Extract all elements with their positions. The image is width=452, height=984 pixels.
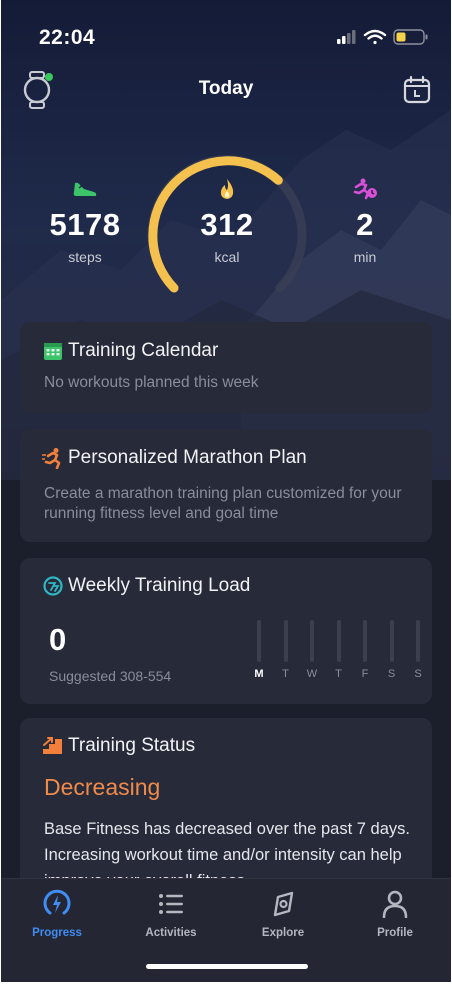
training-calendar-card[interactable]: Training Calendar No workouts planned th…	[20, 322, 432, 413]
load-day-bar	[416, 620, 420, 662]
status-icons	[337, 29, 428, 45]
tab-activities-label: Activities	[145, 927, 197, 939]
training-load-icon	[43, 576, 63, 596]
minutes-value: 2	[356, 207, 374, 242]
load-day-column: S	[411, 620, 425, 680]
load-day-label: T	[335, 668, 342, 680]
flame-icon	[220, 179, 234, 199]
tab-progress[interactable]: Progress	[7, 889, 107, 939]
load-day-bar	[389, 620, 394, 662]
weekly-training-load-header: Weekly Training Load	[42, 575, 250, 597]
training-status-title: Training Status	[68, 735, 196, 756]
load-day-column: M	[252, 620, 266, 680]
load-day-bar	[283, 620, 288, 662]
load-day-column: S	[385, 620, 399, 680]
tab-progress-label: Progress	[32, 927, 82, 939]
calories-stat[interactable]: 312 kcal	[183, 176, 271, 265]
weekly-load-bars: MTWTFSS	[230, 620, 422, 690]
stairs-icon	[43, 737, 62, 754]
load-day-label: F	[361, 668, 369, 680]
load-day-column: T	[279, 620, 293, 680]
steps-value: 5178	[49, 207, 121, 242]
runner-icon	[42, 448, 61, 469]
status-bar: 22:04	[1, 0, 451, 78]
weekly-training-load-card[interactable]: Weekly Training Load 0 Suggested 308-554…	[20, 558, 432, 704]
training-calendar-header: Training Calendar	[42, 340, 218, 362]
marathon-plan-header: Personalized Marathon Plan	[42, 447, 307, 469]
load-day-bar	[257, 620, 261, 662]
tab-explore-label: Explore	[261, 927, 305, 939]
training-calendar-title: Training Calendar	[68, 340, 219, 361]
marathon-plan-title: Personalized Marathon Plan	[68, 447, 307, 468]
load-day-column: T	[332, 620, 346, 680]
list-icon	[159, 894, 183, 914]
home-indicator	[146, 964, 308, 969]
cellular-signal-icon	[337, 30, 356, 44]
training-load-value: 0	[49, 622, 67, 657]
calories-value: 312	[200, 207, 254, 242]
progress-icon	[43, 889, 71, 915]
steps-stat[interactable]: 5178 steps	[41, 176, 129, 265]
weekly-training-load-title: Weekly Training Load	[68, 575, 251, 596]
minutes-unit: min	[353, 249, 377, 265]
tab-activities[interactable]: Activities	[121, 889, 221, 939]
app-screen: 22:04 Today 5178 steps 312 kcal 2 min Tr…	[1, 0, 451, 982]
minutes-stat[interactable]: 2 min	[321, 176, 409, 265]
training-status-state: Decreasing	[44, 774, 161, 800]
training-load-suggested: Suggested 308-554	[49, 668, 172, 684]
training-status-header: Training Status	[42, 735, 195, 757]
calories-unit: kcal	[214, 249, 240, 265]
load-day-column: W	[305, 620, 319, 680]
load-day-bar	[363, 620, 367, 662]
page-title: Today	[198, 78, 254, 99]
compass-icon	[273, 891, 294, 917]
running-timer-icon	[353, 178, 377, 200]
sneaker-icon	[73, 182, 97, 196]
battery-icon	[393, 29, 428, 45]
load-day-label: W	[306, 668, 318, 680]
load-day-column: F	[358, 620, 372, 680]
load-day-label: S	[414, 668, 422, 680]
steps-unit: steps	[68, 249, 102, 265]
training-calendar-subtitle: No workouts planned this week	[44, 374, 259, 391]
calendar-icon[interactable]	[403, 75, 431, 105]
calendar-grid-icon	[44, 343, 62, 360]
load-day-bar	[336, 620, 341, 662]
load-day-label: T	[282, 668, 289, 680]
tab-explore[interactable]: Explore	[233, 889, 333, 939]
load-day-bar	[310, 620, 314, 662]
wifi-icon	[363, 29, 387, 45]
marathon-plan-subtitle: Create a marathon training plan customiz…	[44, 485, 402, 522]
person-icon	[382, 890, 408, 918]
load-day-label: M	[254, 668, 264, 680]
status-time: 22:04	[39, 26, 96, 49]
tab-profile[interactable]: Profile	[345, 889, 445, 939]
marathon-plan-card[interactable]: Personalized Marathon Plan Create a mara…	[20, 429, 432, 542]
load-day-label: S	[387, 668, 396, 680]
tab-profile-label: Profile	[377, 927, 413, 939]
